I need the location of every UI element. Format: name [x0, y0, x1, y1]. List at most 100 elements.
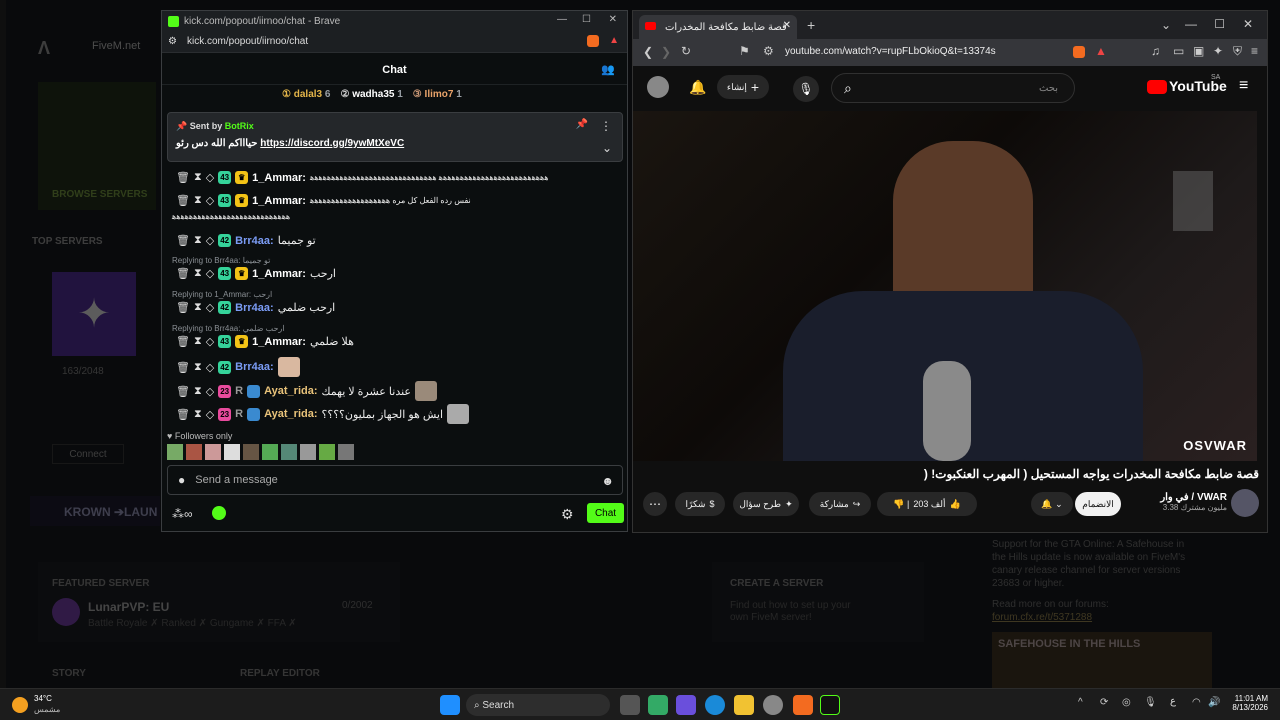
- trash-icon[interactable]: 🗑: [176, 234, 190, 247]
- menu-icon[interactable]: ≡: [1251, 44, 1258, 58]
- tray-app-icon[interactable]: ⟳: [1100, 697, 1108, 708]
- youtube-url[interactable]: youtube.com/watch?v=rupFLbOkioQ&t=13374s: [785, 46, 996, 57]
- chat-message[interactable]: 🗑 ⧗ ◇ 43 ♛ 1_Ammar: نفس رده الفعل كل مره ﻫﻫﻫﻫﻫ…: [176, 194, 471, 207]
- connect-button[interactable]: Connect: [52, 444, 124, 464]
- vpn-icon[interactable]: ⛨: [1233, 44, 1242, 59]
- more-actions-icon[interactable]: ⋯: [643, 492, 667, 516]
- tab-close-icon[interactable]: ✕: [783, 20, 791, 31]
- username[interactable]: Brr4aa:: [235, 361, 274, 373]
- timeout-icon[interactable]: ⧗: [194, 267, 202, 280]
- gifter-3[interactable]: ③ Ilimo7 1: [413, 89, 462, 100]
- new-tab-icon[interactable]: +: [807, 17, 815, 33]
- mic-icon[interactable]: 🎙: [793, 76, 819, 102]
- volume-icon[interactable]: 🔊: [1208, 697, 1220, 708]
- emote-6[interactable]: [262, 444, 278, 460]
- username[interactable]: 1_Ammar:: [252, 268, 306, 280]
- chevron-down-icon[interactable]: ⌄: [602, 141, 612, 155]
- timeout-icon[interactable]: ⧗: [194, 385, 202, 398]
- m365-icon[interactable]: [676, 695, 696, 715]
- reload-icon[interactable]: ↻: [681, 44, 691, 58]
- trash-icon[interactable]: 🗑: [176, 335, 190, 348]
- store-icon[interactable]: [648, 695, 668, 715]
- replay-tab[interactable]: REPLAY EDITOR: [240, 668, 320, 679]
- username[interactable]: Brr4aa:: [235, 302, 274, 314]
- emote-10[interactable]: [338, 444, 354, 460]
- timeout-icon[interactable]: ⧗: [194, 408, 202, 421]
- weather-sun-icon[interactable]: [12, 697, 28, 713]
- taskbar-search[interactable]: ⌕ Search: [466, 694, 610, 716]
- emote-8[interactable]: [300, 444, 316, 460]
- emote-1[interactable]: [167, 444, 183, 460]
- brave-shield-icon[interactable]: [587, 35, 599, 47]
- kick-logo-icon[interactable]: [212, 506, 226, 520]
- lunar-name[interactable]: LunarPVP: EU: [88, 600, 169, 614]
- timeout-icon[interactable]: ⧗: [194, 194, 202, 207]
- brave-rewards-icon[interactable]: ▲: [1095, 44, 1107, 58]
- trash-icon[interactable]: 🗑: [176, 385, 190, 398]
- story-tab[interactable]: STORY: [52, 668, 86, 679]
- avatar[interactable]: [647, 76, 669, 98]
- hamburger-icon[interactable]: ≡: [1239, 77, 1248, 95]
- tray-chevron-icon[interactable]: ^: [1078, 697, 1083, 708]
- media-icon[interactable]: ♫: [1151, 44, 1160, 58]
- explorer-icon[interactable]: [734, 695, 754, 715]
- emote-3[interactable]: [205, 444, 221, 460]
- users-icon[interactable]: 👥: [601, 63, 615, 76]
- gifter-2[interactable]: ② wadha35 1: [340, 89, 402, 100]
- more-icon[interactable]: ⋮: [600, 119, 612, 133]
- brave-rewards-icon[interactable]: ▲: [609, 35, 619, 46]
- emote-4[interactable]: [224, 444, 240, 460]
- channel-info[interactable]: في وار / VWAR 3.38 مليون مشترك: [1160, 492, 1227, 512]
- wifi-icon[interactable]: ◠: [1192, 697, 1201, 708]
- maximize-icon[interactable]: ☐: [1214, 17, 1225, 31]
- infinity-icon[interactable]: ⁂∞: [172, 507, 193, 521]
- start-icon[interactable]: [440, 695, 460, 715]
- username[interactable]: 1_Ammar:: [252, 336, 306, 348]
- forward-icon[interactable]: ❯: [661, 45, 671, 59]
- edge-icon[interactable]: [705, 695, 725, 715]
- message-input[interactable]: ● Send a message ☻: [167, 465, 623, 495]
- share-button[interactable]: مشاركة ↪: [809, 492, 871, 516]
- emote-9[interactable]: [319, 444, 335, 460]
- timeout-icon[interactable]: ⧗: [194, 361, 202, 374]
- emote-2[interactable]: [186, 444, 202, 460]
- search-icon[interactable]: ⌕: [844, 80, 852, 97]
- search-input[interactable]: ⌕ بحث: [831, 73, 1075, 103]
- video-player[interactable]: OSVWAR: [633, 111, 1257, 461]
- minimize-icon[interactable]: —: [1185, 17, 1197, 31]
- close-icon[interactable]: ✕: [609, 14, 617, 25]
- chat-message[interactable]: 🗑 ⧗ ◇ 42 Brr4aa: ارحب ضلمي: [176, 301, 335, 314]
- brave-shield-icon[interactable]: [1073, 46, 1085, 58]
- username[interactable]: 1_Ammar:: [252, 172, 306, 184]
- clock[interactable]: 11:01 AM 8/13/2026: [1232, 694, 1268, 712]
- chat-message[interactable]: 🗑 ⧗ ◇ 23 R Ayat_rida: ايش هو الجهاز بمليون؟؟؟؟: [176, 404, 470, 424]
- chat-message[interactable]: 🗑 ⧗ ◇ 23 R Ayat_rida: عندنا عشرة لا يهمك: [176, 381, 437, 401]
- fivem-icon[interactable]: [820, 695, 840, 715]
- chat-send-button[interactable]: Chat: [587, 503, 624, 523]
- timeout-icon[interactable]: ⧗: [194, 234, 202, 247]
- task-view-icon[interactable]: [620, 695, 640, 715]
- timeout-icon[interactable]: ⧗: [194, 301, 202, 314]
- channel-name[interactable]: في وار / VWAR: [1160, 492, 1227, 503]
- trash-icon[interactable]: 🗑: [176, 194, 190, 207]
- username[interactable]: 1_Ammar:: [252, 195, 306, 207]
- timeout-icon[interactable]: ⧗: [194, 335, 202, 348]
- server-logo-icon[interactable]: ✦: [52, 272, 136, 356]
- chat-message[interactable]: 🗑 ⧗ ◇ 43 ♛ 1_Ammar: ارحب: [176, 267, 336, 280]
- wallet-icon[interactable]: ▣: [1193, 44, 1204, 58]
- reply-context[interactable]: Replying to Brr4aa: تو جميما: [172, 256, 270, 265]
- smile-icon[interactable]: ☻: [601, 474, 614, 488]
- like-dislike-button[interactable]: 👎 | 203 ألف 👍: [877, 492, 977, 516]
- close-icon[interactable]: ✕: [1243, 17, 1253, 31]
- pinned-link[interactable]: https://discord.gg/9ywMtXeVC: [260, 138, 404, 149]
- site-info-icon[interactable]: ⚙: [168, 36, 177, 47]
- trash-icon[interactable]: 🗑: [176, 171, 190, 184]
- create-button[interactable]: إنشاء +: [717, 75, 769, 99]
- fivem-nav-link[interactable]: FiveM.net: [92, 40, 140, 52]
- username[interactable]: Ayat_rida:: [264, 408, 317, 420]
- channel-avatar[interactable]: [1231, 489, 1259, 517]
- thanks-button[interactable]: شكرًا $: [675, 492, 725, 516]
- bookmark-icon[interactable]: ⚑: [739, 44, 750, 58]
- weather-temp[interactable]: 34°C: [34, 694, 52, 703]
- ask-button[interactable]: طرح سؤال ✦: [733, 492, 799, 516]
